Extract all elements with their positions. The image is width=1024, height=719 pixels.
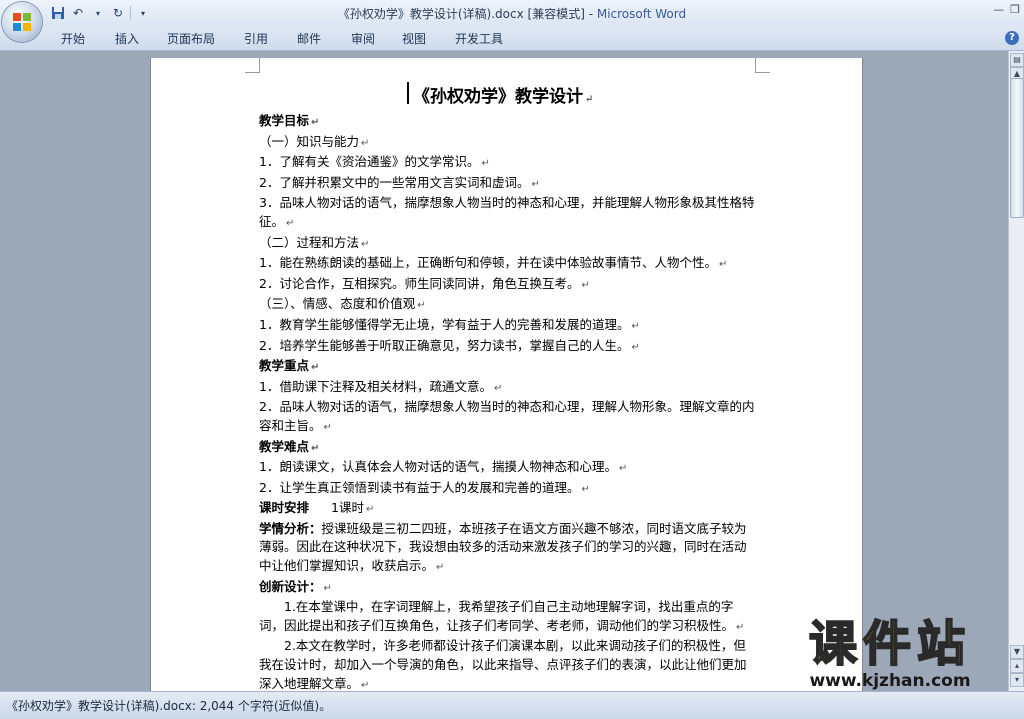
doc-line: 1．能在熟练朗读的基础上，正确断句和停顿，并在读中体验故事情节、人物个性。 ↵ [259, 255, 728, 271]
doc-line: 1.在本堂课中，在字词理解上，我希望孩子们自己主动地理解字词，找出重点的字词，因… [259, 599, 745, 633]
doc-line: 教学难点 ↵ [259, 438, 320, 454]
title-bar: ↶ ▾ ↻ ▾ 《孙权劝学》教学设计(详稿).docx [兼容模式] - Mic… [0, 0, 1024, 26]
doc-line: 2．让学生真正领悟到读书有益于人的发展和完善的道理。 ↵ [259, 479, 590, 495]
ruler-toggle-icon[interactable]: ▤ [1010, 53, 1024, 67]
doc-line: 1．朗读课文，认真体会人物对话的语气，揣摸人物神态和心理。 ↵ [259, 459, 628, 475]
vertical-scrollbar[interactable]: ▤ ▲ ▼ ▴ ▾ [1008, 51, 1024, 691]
crop-mark-top-right [755, 58, 770, 73]
tab-review[interactable]: 审阅 [351, 30, 375, 47]
document-title-text: 《孙权劝学》教学设计 [413, 87, 583, 107]
watermark-logo: 课件站 www.kjzhan.com [774, 615, 1006, 691]
tab-page-layout[interactable]: 页面布局 [167, 30, 215, 47]
status-bar: 《孙权劝学》教学设计(详稿).docx: 2,044 个字符(近似值)。 [0, 691, 1024, 719]
doc-line: 2．了解并积累文中的一些常用文言实词和虚词。 ↵ [259, 174, 540, 190]
doc-line: 教学目标 ↵ [259, 113, 320, 128]
document-page[interactable]: 《孙权劝学》教学设计 ↵ 教学目标 ↵ （一）知识与能力 ↵ 1．了解有关《资治通鉴》… [150, 58, 863, 698]
document-body[interactable]: 教学目标 ↵ （一）知识与能力 ↵ 1．了解有关《资治通鉴》的文学常识。 ↵ 2．了解… [259, 112, 756, 695]
doc-line: 2.本文在教学时，许多老师都设计孩子们演课本剧，以此来调动孩子们的积极性，但我在… [259, 638, 747, 691]
document-title: 《孙权劝学》教学设计 ↵ [413, 82, 593, 107]
doc-line: （三）、情感、态度和价值观 ↵ [259, 296, 426, 312]
ribbon-tab-bar: 开始 插入 页面布局 引用 邮件 审阅 视图 开发工具 ? [0, 26, 1024, 51]
restore-icon[interactable]: ❐ [1010, 3, 1020, 16]
tab-references[interactable]: 引用 [244, 30, 268, 47]
document-workspace: 《孙权劝学》教学设计 ↵ 教学目标 ↵ （一）知识与能力 ↵ 1．了解有关《资治通鉴》… [0, 51, 1008, 698]
doc-line: 课时安排 1课时 ↵ [259, 500, 375, 516]
watermark-name: 课件站 [808, 615, 971, 673]
watermark-url: www.kjzhan.com [809, 671, 971, 691]
doc-line: （二）过程和方法 ↵ [259, 234, 370, 250]
office-button-icon [13, 13, 31, 31]
doc-line: （一）知识与能力 ↵ [259, 133, 370, 149]
tab-mailings[interactable]: 邮件 [297, 30, 321, 47]
tab-insert[interactable]: 插入 [115, 30, 139, 47]
scrollbar-thumb[interactable] [1010, 78, 1024, 218]
doc-line: 1．了解有关《资治通鉴》的文学常识。 ↵ [259, 154, 490, 170]
doc-line: 3．品味人物对话的语气，揣摩想象人物当时的神态和心理，并能理解人物形象极其性格特… [259, 195, 755, 229]
doc-line: 2．讨论合作，互相探究。师生同读同讲，角色互换互考。 ↵ [259, 275, 590, 291]
doc-line: 创新设计： ↵ [259, 578, 332, 594]
doc-line: 教学重点 ↵ [259, 358, 320, 374]
crop-mark-top-left [245, 58, 260, 73]
doc-line: 1．借助课下注释及相关材料，疏通文意。 ↵ [259, 378, 503, 394]
doc-line: 1．教育学生能够懂得学无止境，学有益于人的完善和发展的道理。 ↵ [259, 316, 640, 332]
tab-view[interactable]: 视图 [402, 30, 426, 47]
help-icon[interactable]: ? [1005, 31, 1019, 45]
tab-home[interactable]: 开始 [61, 30, 85, 47]
previous-page-icon[interactable]: ▴ [1010, 659, 1024, 673]
window-controls: — ❐ [993, 3, 1020, 16]
doc-line: 2．培养学生能够善于听取正确意见，努力读书，掌握自己的人生。 ↵ [259, 337, 640, 353]
office-button[interactable] [2, 2, 42, 42]
doc-line: 学情分析：授课班级是三初二四班，本班孩子在语文方面兴趣不够浓，同时语文底子较为薄… [259, 520, 747, 574]
doc-line: 2．品味人物对话的语气，揣摩想象人物当时的神态和心理，理解人物形象。理解文章的内… [259, 399, 755, 433]
status-text: 《孙权劝学》教学设计(详稿).docx: 2,044 个字符(近似值)。 [6, 699, 332, 713]
window-title: 《孙权劝学》教学设计(详稿).docx [兼容模式] - Microsoft W… [0, 5, 1024, 22]
next-page-icon[interactable]: ▾ [1010, 673, 1024, 687]
minimize-icon[interactable]: — [993, 3, 1004, 16]
text-cursor [407, 82, 409, 104]
paragraph-mark-icon: ↵ [585, 94, 594, 105]
app-name: Microsoft Word [596, 7, 687, 21]
scroll-down-icon[interactable]: ▼ [1010, 645, 1024, 659]
document-name: 《孙权劝学》教学设计(详稿).docx [兼容模式] - [337, 7, 597, 21]
tab-developer[interactable]: 开发工具 [455, 30, 503, 47]
